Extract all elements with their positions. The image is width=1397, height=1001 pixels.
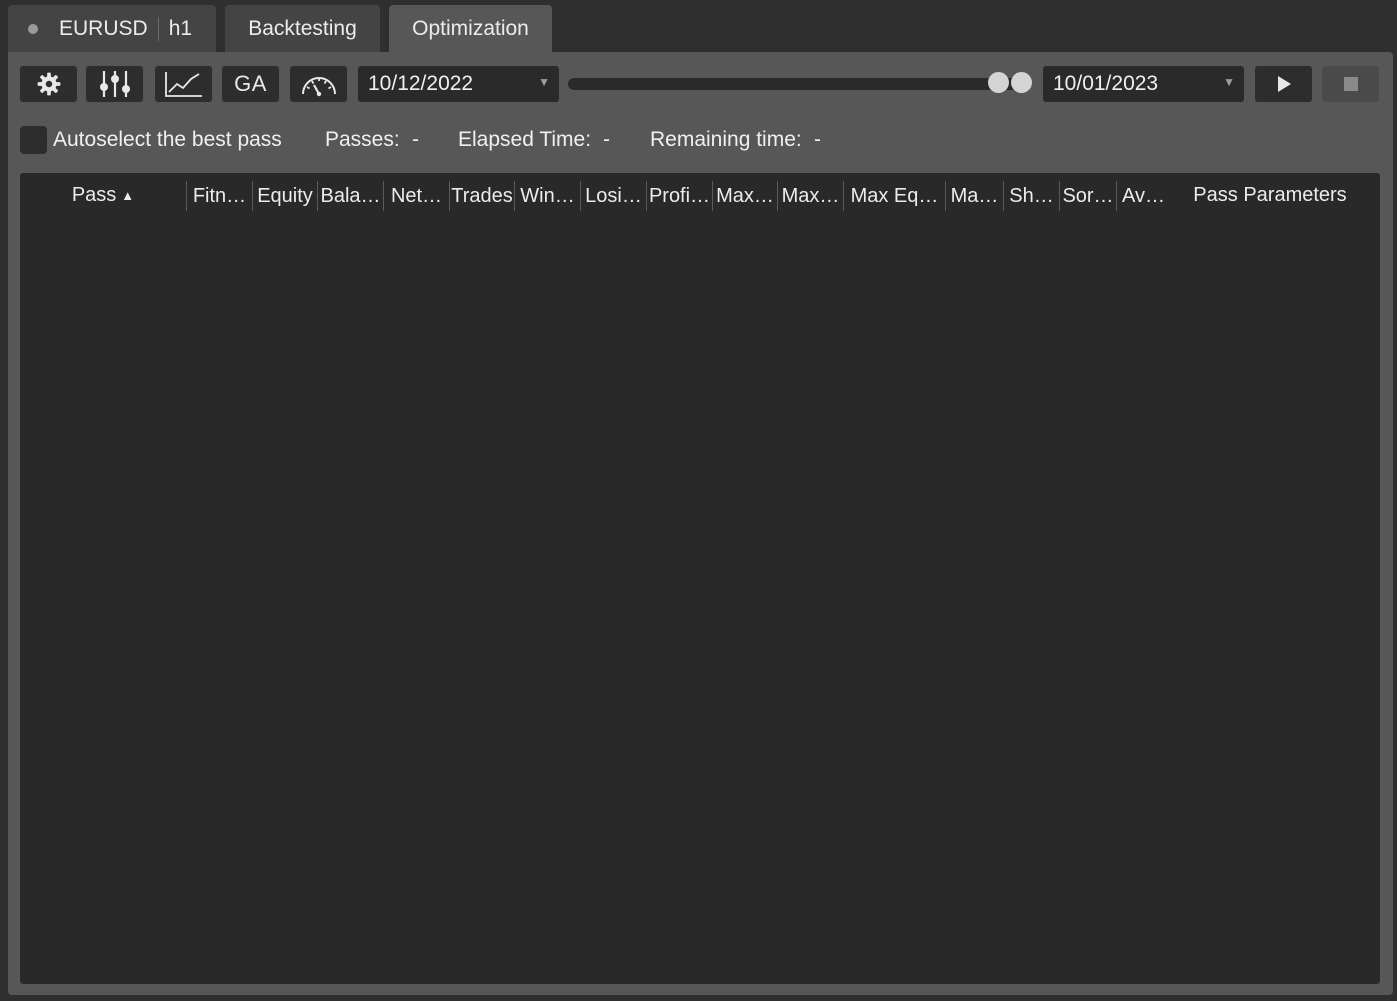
column-header-max-equity[interactable]: Max Eq… [843,181,945,211]
tab-optimization[interactable]: Optimization [389,5,552,52]
column-header-fitness[interactable]: Fitn… [186,181,252,211]
start-button[interactable] [1255,66,1312,102]
results-table: Pass ▲ Fitn… Equity Bala… Net… Trades Win… [20,173,1380,984]
play-icon [1277,76,1291,92]
elapsed-time-value: - [603,128,610,151]
tab-divider [157,16,159,41]
end-date-value: 10/01/2023 [1053,72,1159,95]
column-header-max-2[interactable]: Max… [777,181,843,211]
column-header-sharpe[interactable]: Sh… [1003,181,1059,211]
tab-symbol[interactable]: EURUSD h1 [8,5,216,52]
passes-label: Passes: [325,128,400,151]
parameters-button[interactable] [86,66,143,102]
column-header-max-1[interactable]: Max… [712,181,777,211]
settings-button[interactable] [20,66,77,102]
sliders-icon [99,71,130,97]
speedometer-icon [301,77,336,97]
gear-icon [37,72,60,96]
column-header-winning[interactable]: Win… [514,181,580,211]
column-header-balance[interactable]: Bala… [317,181,383,211]
elapsed-time-label: Elapsed Time: [458,128,592,151]
start-date-picker[interactable]: 10/12/2022 ▼ [358,66,559,102]
stop-button[interactable] [1322,66,1379,102]
stop-icon [1343,77,1358,91]
status-row: Autoselect the best pass Passes: - Elaps… [20,126,1380,154]
range-start-handle[interactable] [988,72,1009,93]
symbol-label: EURUSD [59,16,148,40]
start-date-value: 10/12/2022 [368,72,474,95]
speed-button[interactable] [290,66,347,102]
column-header-pass[interactable]: Pass ▲ [20,173,186,217]
remaining-time-value: - [814,128,821,151]
chevron-down-icon: ▼ [1223,75,1235,89]
range-end-handle[interactable] [1011,72,1032,93]
optimization-panel: GA 10/12/2022 ▼ 10/01/2023 ▼ Autoselect … [8,52,1393,995]
chevron-down-icon: ▼ [538,75,550,89]
tab-backtesting-label: Backtesting [248,16,357,40]
chart-button[interactable] [155,66,212,102]
column-header-pass-parameters[interactable]: Pass Parameters [1170,173,1370,217]
tab-bar: EURUSD h1 Backtesting Optimization [0,0,1397,52]
column-header-losing[interactable]: Losi… [580,181,646,211]
column-header-trades[interactable]: Trades [449,181,514,211]
date-range-slider[interactable] [568,78,1030,90]
column-header-average[interactable]: Av… [1116,181,1170,211]
column-header-ma[interactable]: Ma… [945,181,1003,211]
tab-backtesting[interactable]: Backtesting [225,5,380,52]
autoselect-checkbox[interactable] [20,126,47,154]
column-header-equity[interactable]: Equity [252,181,317,211]
column-header-net-profit[interactable]: Net… [383,181,449,211]
remaining-time-label: Remaining time: [650,128,802,151]
column-header-profit-factor[interactable]: Profi… [646,181,712,211]
tab-optimization-label: Optimization [412,16,529,40]
timeframe-label: h1 [168,16,193,40]
autoselect-label: Autoselect the best pass [53,128,282,151]
genetic-algorithm-button[interactable]: GA [222,66,279,102]
status-dot-icon [28,23,38,34]
line-chart-icon [164,72,202,97]
passes-value: - [412,128,419,151]
column-header-sortino[interactable]: Sor… [1059,181,1116,211]
ga-label: GA [234,71,267,96]
end-date-picker[interactable]: 10/01/2023 ▼ [1043,66,1244,102]
sort-ascending-icon: ▲ [121,187,135,203]
